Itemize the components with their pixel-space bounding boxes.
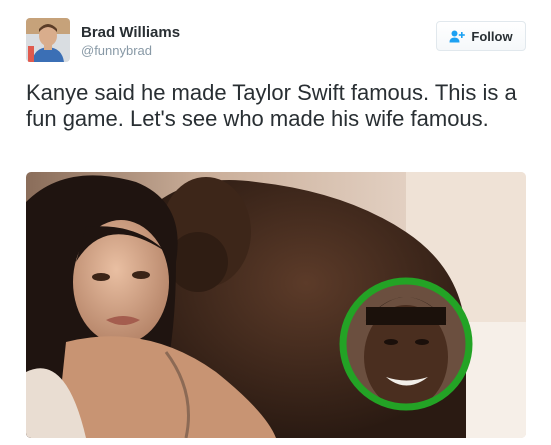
follow-button[interactable]: Follow <box>436 21 526 51</box>
tweet-text: Kanye said he made Taylor Swift famous. … <box>26 80 517 131</box>
avatar[interactable] <box>26 18 70 62</box>
author-handle[interactable]: @funnybrad <box>81 43 152 58</box>
tweet-card: Brad Williams @funnybrad Follow Kanye sa… <box>0 0 551 445</box>
author-name[interactable]: Brad Williams <box>81 24 180 41</box>
tweet-photo[interactable] <box>26 172 526 438</box>
add-user-icon <box>449 30 466 42</box>
follow-label: Follow <box>471 28 513 44</box>
